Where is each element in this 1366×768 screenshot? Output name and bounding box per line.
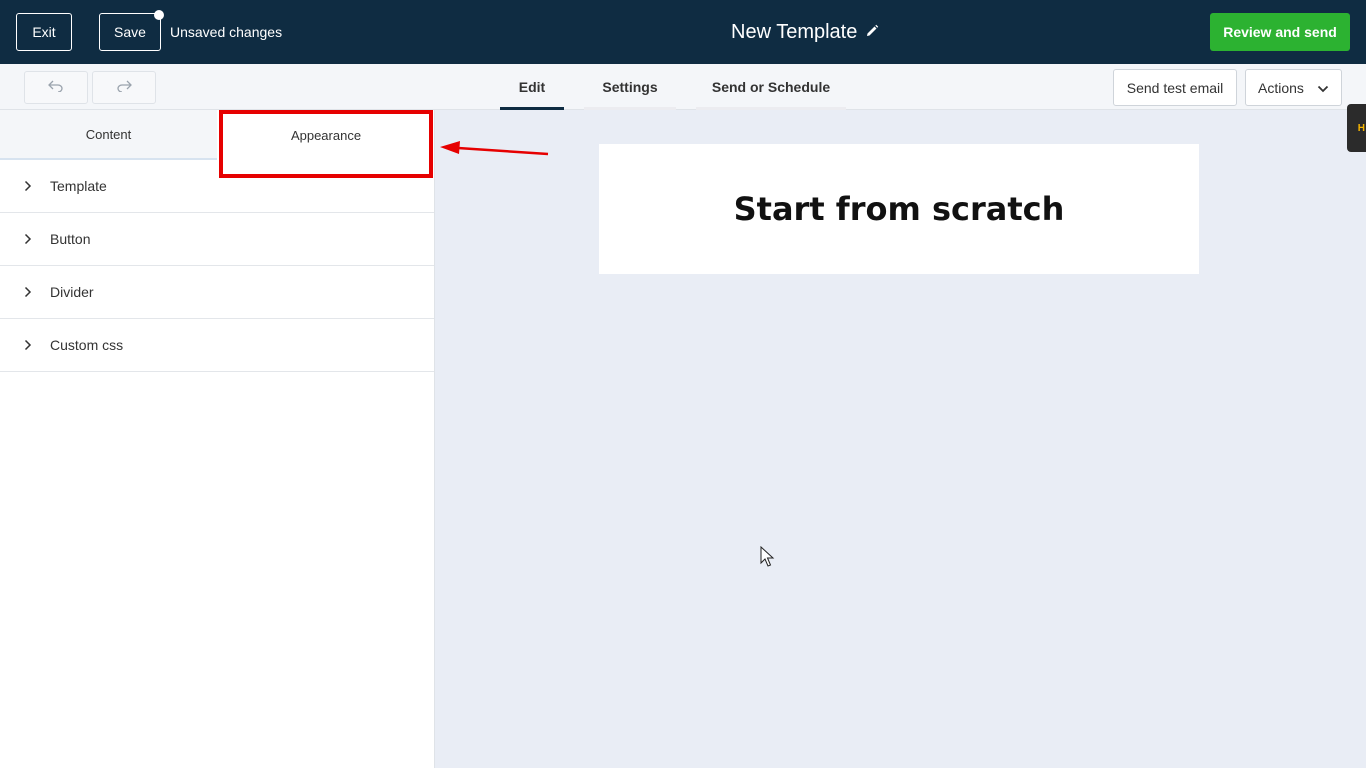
section-label: Button — [50, 231, 91, 247]
redo-button[interactable] — [92, 71, 156, 104]
actions-dropdown[interactable]: Actions — [1245, 69, 1342, 106]
redo-icon — [116, 79, 132, 97]
send-test-email-button[interactable]: Send test email — [1113, 69, 1237, 106]
save-button[interactable]: Save — [99, 10, 164, 51]
panel-tab-appearance[interactable]: Appearance — [218, 110, 434, 160]
chevron-right-icon — [0, 339, 50, 351]
editor-toolbar: Edit Settings Send or Schedule Send test… — [0, 64, 1366, 110]
section-template[interactable]: Template — [0, 160, 434, 213]
tab-send-label: Send or Schedule — [711, 79, 831, 95]
active-tab-underline — [500, 107, 564, 110]
save-label: Save — [114, 24, 146, 40]
left-panel: Content Appearance Template Button Divid… — [0, 110, 435, 768]
review-and-send-button[interactable]: Review and send — [1210, 13, 1350, 51]
chevron-right-icon — [0, 286, 50, 298]
section-label: Divider — [50, 284, 94, 300]
chevron-right-icon — [0, 180, 50, 192]
pencil-icon[interactable] — [865, 21, 879, 44]
chevron-right-icon — [0, 233, 50, 245]
tab-edit-label: Edit — [518, 79, 546, 95]
unsaved-changes-text: Unsaved changes — [170, 24, 283, 40]
top-bar: Exit Save Unsaved changes New Template R… — [0, 0, 1366, 64]
section-divider[interactable]: Divider — [0, 266, 434, 319]
chevron-down-icon — [1317, 80, 1329, 96]
undo-icon — [48, 79, 64, 97]
actions-label: Actions — [1258, 79, 1304, 96]
mouse-cursor-icon — [760, 546, 775, 567]
tab-edit[interactable]: Edit — [500, 64, 564, 110]
template-title[interactable]: New Template — [731, 21, 879, 44]
tab-underline — [696, 107, 846, 110]
unsaved-indicator-dot — [154, 10, 164, 20]
section-custom-css[interactable]: Custom css — [0, 319, 434, 372]
email-canvas-block[interactable]: Start from scratch — [599, 144, 1199, 274]
panel-tab-content[interactable]: Content — [0, 110, 217, 160]
template-title-text: New Template — [731, 21, 858, 43]
panel-tab-appearance-label: Appearance — [290, 127, 362, 143]
help-widget-tab[interactable]: H — [1347, 104, 1366, 152]
exit-button[interactable]: Exit — [16, 13, 72, 51]
section-label: Custom css — [50, 337, 124, 353]
panel-tab-content-label: Content — [85, 126, 132, 142]
tab-settings-label: Settings — [602, 79, 658, 95]
tab-send-or-schedule[interactable]: Send or Schedule — [696, 64, 846, 110]
canvas-heading: Start from scratch — [733, 190, 1065, 228]
tab-underline — [584, 107, 676, 110]
tab-settings[interactable]: Settings — [584, 64, 676, 110]
undo-button[interactable] — [24, 71, 88, 104]
section-button[interactable]: Button — [0, 213, 434, 266]
section-label: Template — [50, 178, 107, 194]
help-widget-label: H — [1357, 122, 1365, 134]
